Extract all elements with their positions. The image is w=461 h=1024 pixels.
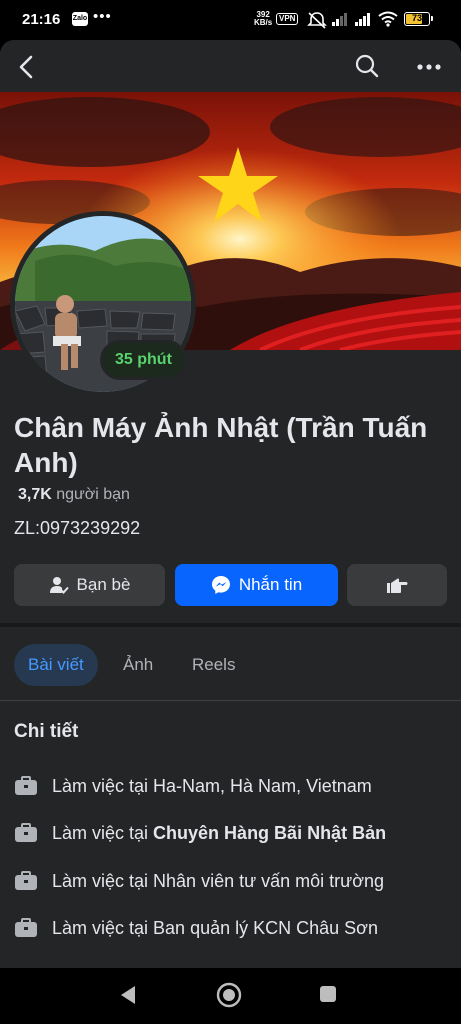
detail-item: Làm việc tại Chuyên Hàng Bãi Nhật Bản xyxy=(14,818,386,848)
top-bar xyxy=(0,40,461,92)
details-title: Chi tiết xyxy=(14,721,79,742)
detail-item: Làm việc tại Ha-Nam, Hà Nam, Vietnam xyxy=(14,771,372,801)
poke-button[interactable] xyxy=(347,564,447,606)
signal-icon-2 xyxy=(355,13,370,26)
zalo-notification-icon: Zalo xyxy=(72,12,88,26)
profile-tabs: Bài viết Ảnh Reels xyxy=(14,644,454,686)
detail-item: Làm việc tại Nhân viên tư vấn môi trường xyxy=(14,866,384,896)
messenger-icon xyxy=(211,576,230,594)
message-button-label: Nhắn tin xyxy=(238,575,303,594)
active-status-badge: 35 phút xyxy=(100,340,187,380)
wifi-icon xyxy=(378,11,398,27)
more-icon[interactable] xyxy=(417,64,441,70)
tab-posts[interactable]: Bài viết xyxy=(14,644,98,686)
detail-item: Làm việc tại Ban quản lý KCN Châu Sơn xyxy=(14,913,378,943)
briefcase-icon xyxy=(15,823,37,842)
detail-text: Làm việc tại Ha-Nam, Hà Nam, Vietnam xyxy=(52,775,372,796)
friends-check-icon xyxy=(49,577,69,594)
nav-back-icon[interactable] xyxy=(118,984,138,1006)
message-button[interactable]: Nhắn tin xyxy=(175,564,338,606)
mute-icon xyxy=(307,12,327,29)
briefcase-icon xyxy=(15,871,37,890)
tabs-divider xyxy=(0,700,461,701)
profile-name: Chân Máy Ảnh Nhật (Trần Tuấn Anh) xyxy=(14,412,428,478)
vpn-icon: VPN xyxy=(276,13,299,25)
nav-recents-icon[interactable] xyxy=(319,985,337,1003)
search-icon[interactable] xyxy=(355,54,379,78)
pointing-hand-icon xyxy=(387,578,408,593)
status-bar: 21:16 Zalo ••• 392 KB/s VPN 73 xyxy=(0,0,461,40)
status-time: 21:16 xyxy=(22,11,61,28)
profile-page: 35 phút Chân Máy Ảnh Nhật (Trần Tuấn Anh… xyxy=(0,40,461,968)
battery-icon: 73 xyxy=(404,12,433,26)
detail-text: Làm việc tại Nhân viên tư vấn môi trường xyxy=(52,870,385,891)
briefcase-icon xyxy=(15,776,37,795)
nav-home-icon[interactable] xyxy=(216,982,242,1008)
friends-button-label: Bạn bè xyxy=(76,575,131,594)
profile-bio: ZL:0973239292 xyxy=(14,518,141,538)
briefcase-icon xyxy=(15,918,37,937)
tab-reels[interactable]: Reels xyxy=(192,644,235,686)
detail-text: Làm việc tại xyxy=(52,822,149,843)
more-notifications-icon: ••• xyxy=(93,8,112,25)
detail-text: Làm việc tại Ban quản lý KCN Châu Sơn xyxy=(52,917,378,938)
tab-photos[interactable]: Ảnh xyxy=(123,644,153,686)
back-arrow-icon[interactable] xyxy=(14,54,40,80)
friends-button[interactable]: Bạn bè xyxy=(14,564,165,606)
section-divider xyxy=(0,623,461,627)
network-speed: 392 KB/s xyxy=(254,10,273,27)
detail-workplace-link[interactable]: Chuyên Hàng Bãi Nhật Bản xyxy=(153,823,386,844)
friends-count[interactable]: 3,7K người bạn xyxy=(18,486,130,504)
signal-icon-1 xyxy=(332,13,347,26)
system-nav-bar xyxy=(0,968,461,1024)
